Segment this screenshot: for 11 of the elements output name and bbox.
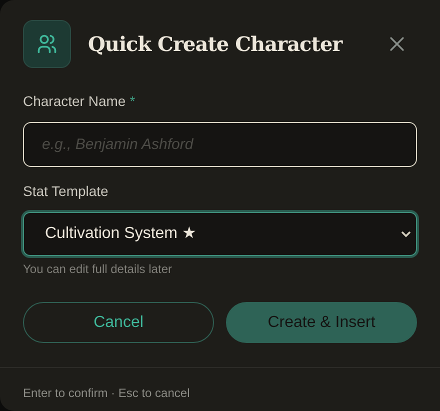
cancel-button[interactable]: Cancel [23,302,214,343]
dialog-title: Quick Create Character [88,31,344,58]
required-mark: * [130,92,136,111]
footer-hint: Enter to confirm · Esc to cancel [22,385,191,402]
field-label: Stat Template [23,182,108,201]
people-icon [23,20,71,68]
helper-text: You can edit full details later [23,261,173,278]
template-select[interactable]: Cultivation System ★ [23,212,417,256]
close-icon[interactable] [389,36,405,52]
chevron-icon [401,230,411,238]
field-label: Character Name [23,92,126,111]
